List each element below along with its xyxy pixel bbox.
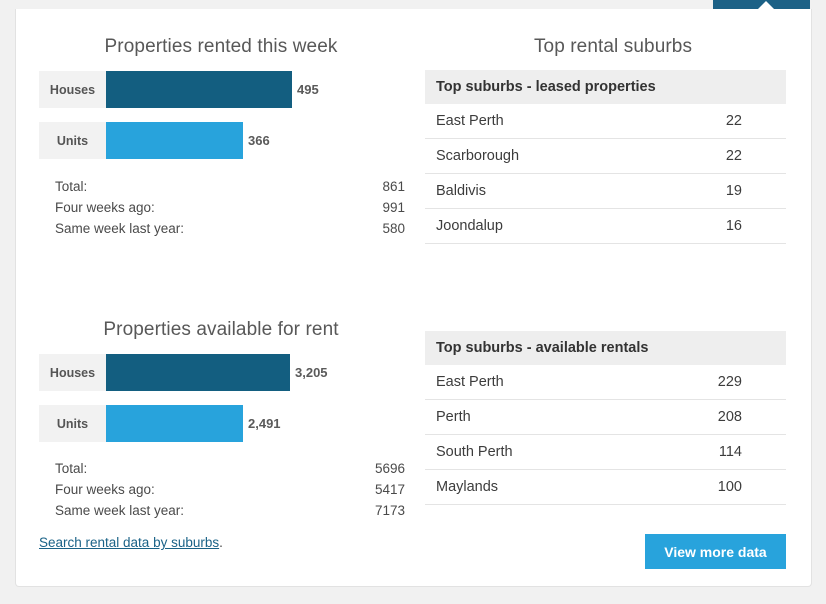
bar-value-houses: 495 — [297, 82, 319, 97]
table-row[interactable]: South Perth 114 — [425, 435, 786, 470]
suburb-count: 22 — [725, 113, 742, 129]
bar-label-houses: Houses — [39, 71, 106, 108]
table-row[interactable]: East Perth 22 — [425, 104, 786, 139]
summary-available: Total: 5696 Four weeks ago: 5417 Same we… — [39, 461, 405, 524]
table-leased-suburbs: Top suburbs - leased properties East Per… — [425, 70, 786, 244]
bar-fill-houses — [106, 71, 292, 108]
suburb-count: 100 — [717, 479, 742, 495]
bar-fill-units — [106, 405, 243, 442]
table-row[interactable]: Maylands 100 — [425, 470, 786, 505]
rental-stats-card: Properties rented this week Houses 495 U… — [15, 9, 812, 587]
summary-value-four-weeks-ago: 991 — [382, 200, 405, 215]
bar-chart-available: Houses 3,205 Units 2,491 — [39, 354, 399, 456]
table-row[interactable]: Scarborough 22 — [425, 139, 786, 174]
summary-label-same-week-last-year: Same week last year: — [55, 221, 185, 236]
suburb-name: Maylands — [436, 479, 499, 495]
table-header-available: Top suburbs - available rentals — [425, 331, 786, 365]
summary-value-four-weeks-ago: 5417 — [374, 482, 405, 497]
bar-value-units: 366 — [248, 133, 270, 148]
summary-label-four-weeks-ago: Four weeks ago: — [55, 482, 155, 497]
summary-row: Total: 861 — [39, 179, 405, 200]
summary-value-same-week-last-year: 7173 — [374, 503, 405, 518]
bar-chart-rented: Houses 495 Units 366 — [39, 71, 399, 173]
suburb-count: 114 — [718, 444, 742, 460]
table-available-suburbs: Top suburbs - available rentals East Per… — [425, 331, 786, 505]
table-row[interactable]: Baldivis 19 — [425, 174, 786, 209]
page-title-available: Properties available for rent — [103, 319, 339, 340]
dashboard-root: Properties rented this week Houses 495 U… — [0, 0, 826, 604]
search-rental-data-link[interactable]: Search rental data by suburbs — [39, 535, 219, 550]
view-more-data-button[interactable]: View more data — [645, 534, 786, 569]
summary-row: Same week last year: 7173 — [39, 503, 405, 524]
bar-fill-units — [106, 122, 243, 159]
search-link-suffix: . — [219, 535, 223, 550]
suburb-name: Joondalup — [436, 218, 503, 234]
suburb-name: Baldivis — [436, 183, 486, 199]
bar-row: Houses 495 — [39, 71, 399, 108]
summary-value-same-week-last-year: 580 — [382, 221, 405, 236]
active-tab-indicator[interactable] — [713, 0, 810, 9]
bar-label-units: Units — [39, 405, 106, 442]
suburb-name: Scarborough — [436, 148, 520, 164]
table-header-leased: Top suburbs - leased properties — [425, 70, 786, 104]
suburb-count: 19 — [725, 183, 742, 199]
table-row[interactable]: East Perth 229 — [425, 365, 786, 400]
tab-arrow-icon — [757, 1, 775, 9]
suburb-count: 22 — [725, 148, 742, 164]
bar-label-units: Units — [39, 122, 106, 159]
summary-value-total: 861 — [382, 179, 405, 194]
summary-value-total: 5696 — [374, 461, 405, 476]
table-row[interactable]: Joondalup 16 — [425, 209, 786, 244]
suburb-name: East Perth — [436, 113, 504, 129]
summary-label-total: Total: — [55, 461, 88, 476]
suburb-count: 16 — [725, 218, 742, 234]
bar-value-units: 2,491 — [248, 416, 281, 431]
summary-row: Four weeks ago: 5417 — [39, 482, 405, 503]
summary-row: Total: 5696 — [39, 461, 405, 482]
bar-value-houses: 3,205 — [295, 365, 328, 380]
summary-row: Same week last year: 580 — [39, 221, 405, 242]
suburb-name: Perth — [436, 409, 471, 425]
bar-row: Units 2,491 — [39, 405, 399, 442]
page-title-suburbs: Top rental suburbs — [533, 36, 693, 57]
bar-fill-houses — [106, 354, 290, 391]
table-row[interactable]: Perth 208 — [425, 400, 786, 435]
summary-label-total: Total: — [55, 179, 88, 194]
summary-label-same-week-last-year: Same week last year: — [55, 503, 185, 518]
summary-label-four-weeks-ago: Four weeks ago: — [55, 200, 155, 215]
bar-row: Units 366 — [39, 122, 399, 159]
search-rental-data-link-wrap: Search rental data by suburbs. — [39, 535, 223, 550]
bar-row: Houses 3,205 — [39, 354, 399, 391]
summary-rented: Total: 861 Four weeks ago: 991 Same week… — [39, 179, 405, 242]
suburb-count: 229 — [717, 374, 742, 390]
suburb-name: East Perth — [436, 374, 504, 390]
bar-label-houses: Houses — [39, 354, 106, 391]
summary-row: Four weeks ago: 991 — [39, 200, 405, 221]
page-title-rented: Properties rented this week — [104, 36, 338, 57]
suburb-count: 208 — [717, 409, 742, 425]
suburb-name: South Perth — [436, 444, 513, 460]
